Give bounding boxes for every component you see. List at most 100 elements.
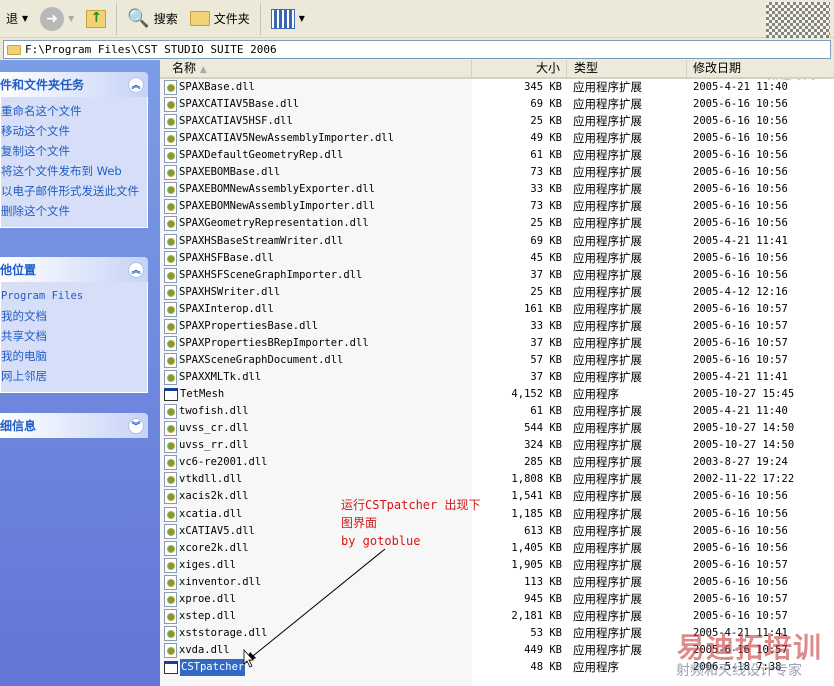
file-name-cell: SPAXSceneGraphDocument.dll	[164, 352, 343, 369]
file-row[interactable]: TetMesh 4,152 KB 应用程序 2005-10-27 15:45	[160, 386, 834, 403]
file-tasks-header[interactable]: 件和文件夹任务 ︽	[0, 72, 148, 97]
dll-file-icon	[164, 216, 177, 232]
file-row[interactable]: vtkdll.dll 1,808 KB 应用程序扩展 2002-11-22 17…	[160, 471, 834, 488]
file-row[interactable]: SPAXHSFSceneGraphImporter.dll 37 KB 应用程序…	[160, 267, 834, 284]
task-move[interactable]: 移动这个文件	[1, 121, 147, 141]
file-size: 61 KB	[530, 149, 562, 162]
file-name: xCATIAV5.dll	[179, 524, 255, 537]
file-name: SPAXPropertiesBase.dll	[179, 319, 319, 332]
file-row[interactable]: SPAXEBOMNewAssemblyImporter.dll 73 KB 应用…	[160, 198, 834, 215]
file-date: 2005-6-16 10:56	[693, 98, 788, 111]
address-input[interactable]: F:\Program Files\CST STUDIO SUITE 2006	[3, 40, 831, 59]
other-places-header[interactable]: 他位置 ︽	[0, 257, 148, 282]
file-row[interactable]: xcore2k.dll 1,405 KB 应用程序扩展 2005-6-16 10…	[160, 540, 834, 557]
application-icon	[164, 661, 178, 675]
file-row[interactable]: xcatia.dll 1,185 KB 应用程序扩展 2005-6-16 10:…	[160, 506, 834, 523]
task-delete[interactable]: 删除这个文件	[1, 201, 147, 221]
search-button[interactable]: 🔍 搜索	[121, 4, 183, 34]
file-row[interactable]: xstep.dll 2,181 KB 应用程序扩展 2005-6-16 10:5…	[160, 608, 834, 625]
file-row[interactable]: SPAXHSBaseStreamWriter.dll 69 KB 应用程序扩展 …	[160, 233, 834, 250]
collapse-icon[interactable]: ︽	[128, 261, 144, 278]
dll-file-icon	[164, 540, 177, 556]
dll-file-icon	[164, 284, 177, 300]
annotation-author: by gotoblue	[341, 534, 421, 548]
file-row[interactable]: SPAXDefaultGeometryRep.dll 61 KB 应用程序扩展 …	[160, 147, 834, 164]
file-name-cell: xinventor.dll	[164, 574, 261, 591]
file-row[interactable]: xinventor.dll 113 KB 应用程序扩展 2005-6-16 10…	[160, 574, 834, 591]
file-type: 应用程序扩展	[573, 148, 642, 163]
file-row[interactable]: xproe.dll 945 KB 应用程序扩展 2005-6-16 10:57	[160, 591, 834, 608]
task-email[interactable]: 以电子邮件形式发送此文件	[1, 181, 147, 201]
details-header[interactable]: 细信息 ︾	[0, 413, 148, 438]
forward-arrow-icon: ➜	[40, 6, 65, 31]
file-row[interactable]: xCATIAV5.dll 613 KB 应用程序扩展 2005-6-16 10:…	[160, 523, 834, 540]
file-row[interactable]: SPAXHSFBase.dll 45 KB 应用程序扩展 2005-6-16 1…	[160, 250, 834, 267]
file-row[interactable]: SPAXPropertiesBRepImporter.dll 37 KB 应用程…	[160, 335, 834, 352]
dll-file-icon	[164, 506, 177, 522]
file-date: 2005-6-16 10:56	[693, 183, 788, 196]
file-type: 应用程序扩展	[573, 608, 642, 623]
file-row[interactable]: SPAXHSWriter.dll 25 KB 应用程序扩展 2005-4-12 …	[160, 284, 834, 301]
place-my-documents[interactable]: 我的文档	[1, 306, 147, 326]
file-row[interactable]: SPAXBase.dll 345 KB 应用程序扩展 2005-4-21 11:…	[160, 79, 834, 96]
file-name: SPAXGeometryRepresentation.dll	[179, 217, 369, 230]
file-row[interactable]: twofish.dll 61 KB 应用程序扩展 2005-4-21 11:40	[160, 403, 834, 420]
file-row[interactable]: xiges.dll 1,905 KB 应用程序扩展 2005-6-16 10:5…	[160, 557, 834, 574]
file-name: CSTpatcher	[180, 659, 246, 677]
dll-file-icon	[164, 199, 177, 215]
expand-icon[interactable]: ︾	[128, 417, 144, 434]
file-name-cell: vc6-re2001.dll	[164, 454, 268, 471]
task-rename[interactable]: 重命名这个文件	[1, 101, 147, 121]
place-my-computer[interactable]: 我的电脑	[1, 346, 147, 366]
file-name-cell: xststorage.dll	[164, 625, 268, 642]
file-row[interactable]: SPAXCATIAV5HSF.dll 25 KB 应用程序扩展 2005-6-1…	[160, 113, 834, 130]
file-name-cell: xproe.dll	[164, 591, 236, 608]
file-row[interactable]: SPAXEBOMBase.dll 73 KB 应用程序扩展 2005-6-16 …	[160, 164, 834, 181]
file-size: 61 KB	[530, 405, 562, 418]
dll-file-icon	[164, 80, 177, 95]
column-date[interactable]: 修改日期	[687, 60, 834, 77]
file-row[interactable]: SPAXGeometryRepresentation.dll 25 KB 应用程…	[160, 215, 834, 232]
file-row[interactable]: SPAXPropertiesBase.dll 33 KB 应用程序扩展 2005…	[160, 318, 834, 335]
file-type: 应用程序扩展	[573, 404, 642, 419]
folders-button[interactable]: 文件夹	[184, 4, 256, 34]
file-row[interactable]: SPAXSceneGraphDocument.dll 57 KB 应用程序扩展 …	[160, 352, 834, 369]
file-row[interactable]: SPAXCATIAV5Base.dll 69 KB 应用程序扩展 2005-6-…	[160, 96, 834, 113]
file-name-cell: xstep.dll	[164, 608, 236, 625]
file-row[interactable]: SPAXEBOMNewAssemblyExporter.dll 33 KB 应用…	[160, 181, 834, 198]
up-folder-button[interactable]: ↑	[80, 4, 112, 34]
place-program-files[interactable]: Program Files	[1, 286, 147, 306]
file-type: 应用程序扩展	[573, 97, 642, 112]
forward-button[interactable]: ➜ ▼	[34, 4, 80, 34]
back-button[interactable]: 退 ▼	[0, 4, 34, 34]
file-name: SPAXInterop.dll	[179, 302, 274, 315]
views-button[interactable]: ▼	[265, 4, 311, 34]
file-name-cell: SPAXEBOMBase.dll	[164, 164, 280, 181]
file-row[interactable]: uvss_rr.dll 324 KB 应用程序扩展 2005-10-27 14:…	[160, 437, 834, 454]
file-row[interactable]: SPAXInterop.dll 161 KB 应用程序扩展 2005-6-16 …	[160, 301, 834, 318]
task-pane: 件和文件夹任务 ︽ 重命名这个文件 移动这个文件 复制这个文件 将这个文件发布到 …	[0, 60, 160, 686]
task-publish-web[interactable]: 将这个文件发布到 Web	[1, 161, 147, 181]
file-row[interactable]: SPAXCATIAV5NewAssemblyImporter.dll 49 KB…	[160, 130, 834, 147]
file-row[interactable]: uvss_cr.dll 544 KB 应用程序扩展 2005-10-27 14:…	[160, 420, 834, 437]
file-date: 2005-6-16 10:56	[693, 251, 788, 264]
file-size: 25 KB	[530, 115, 562, 128]
file-name: SPAXCATIAV5NewAssemblyImporter.dll	[179, 132, 394, 145]
column-type[interactable]: 类型	[567, 60, 687, 77]
place-network[interactable]: 网上邻居	[1, 366, 147, 386]
file-size: 945 KB	[524, 592, 562, 605]
file-row[interactable]: xacis2k.dll 1,541 KB 应用程序扩展 2005-6-16 10…	[160, 488, 834, 505]
column-size[interactable]: 大小	[472, 60, 567, 77]
file-name: SPAXDefaultGeometryRep.dll	[179, 149, 344, 162]
file-row[interactable]: vc6-re2001.dll 285 KB 应用程序扩展 2003-8-27 1…	[160, 454, 834, 471]
dropdown-arrow-icon: ▼	[298, 14, 305, 23]
file-date: 2005-6-16 10:57	[693, 609, 788, 622]
slogan-watermark: 射频和天线设计专家	[676, 663, 802, 679]
file-row[interactable]: SPAXXMLTk.dll 37 KB 应用程序扩展 2005-4-21 11:…	[160, 369, 834, 386]
column-name[interactable]: 名称 ▲	[160, 60, 472, 77]
place-shared-documents[interactable]: 共享文档	[1, 326, 147, 346]
dropdown-arrow-icon: ▼	[68, 14, 75, 23]
file-date: 2005-4-12 12:16	[693, 285, 788, 298]
collapse-icon[interactable]: ︽	[128, 76, 144, 93]
task-copy[interactable]: 复制这个文件	[1, 141, 147, 161]
